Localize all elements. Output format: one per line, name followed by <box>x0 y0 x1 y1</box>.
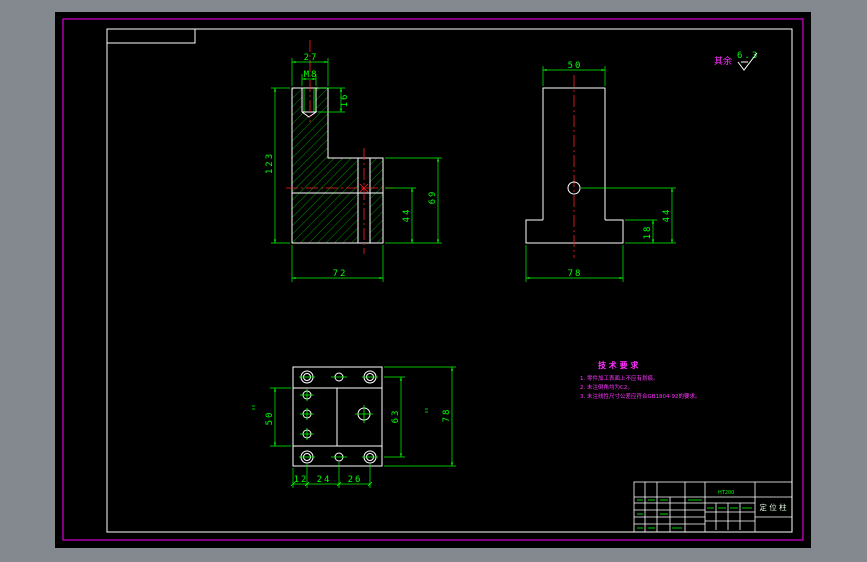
dim-height: 123 <box>265 152 275 174</box>
dim-side-width: 78 <box>568 269 583 279</box>
drawing-canvas[interactable] <box>55 12 811 548</box>
dim-hole-height: 44 <box>402 208 412 223</box>
dim-depth: 78 <box>442 408 452 423</box>
dim-width: 72 <box>333 269 348 279</box>
dim-offset-3: 26 <box>348 475 363 485</box>
dim-thread: M8 <box>304 70 319 80</box>
dim-step-height: 69 <box>428 190 438 205</box>
dim-thread-depth: 16 <box>340 93 350 108</box>
tech-req-item: 1. 零件加工表面上不应有划痕。 <box>580 374 659 382</box>
tech-req-item: 3. 未注线性尺寸公差应符合GB1804-92的要求。 <box>580 392 701 400</box>
dim-offset-2: 24 <box>317 475 332 485</box>
dim-row-spacing: 63 <box>391 409 401 424</box>
dim-upright-width: 50 <box>568 61 583 71</box>
dim-hole-spacing: 50 <box>265 411 275 426</box>
dim-base-height: 18 <box>643 225 653 240</box>
surface-finish-label: 其余 <box>714 55 732 67</box>
dim-offset-1: 12 <box>294 475 309 485</box>
material-label: HT200 <box>718 490 734 496</box>
dim-top-width: 27 <box>304 53 319 63</box>
tech-req-heading: 技 术 要 求 <box>598 360 639 370</box>
section-hatch-right <box>370 158 383 243</box>
dim-side-hole-height: 44 <box>662 208 672 223</box>
surface-finish-value: 6.3 <box>737 51 759 61</box>
cad-viewport[interactable]: 27 M8 16 123 69 44 72 50 44 18 78 50 63 … <box>0 0 867 562</box>
part-name: 定 位 柱 <box>759 502 787 512</box>
tech-req-item: 2. 未注倒角均为C2。 <box>580 383 633 391</box>
